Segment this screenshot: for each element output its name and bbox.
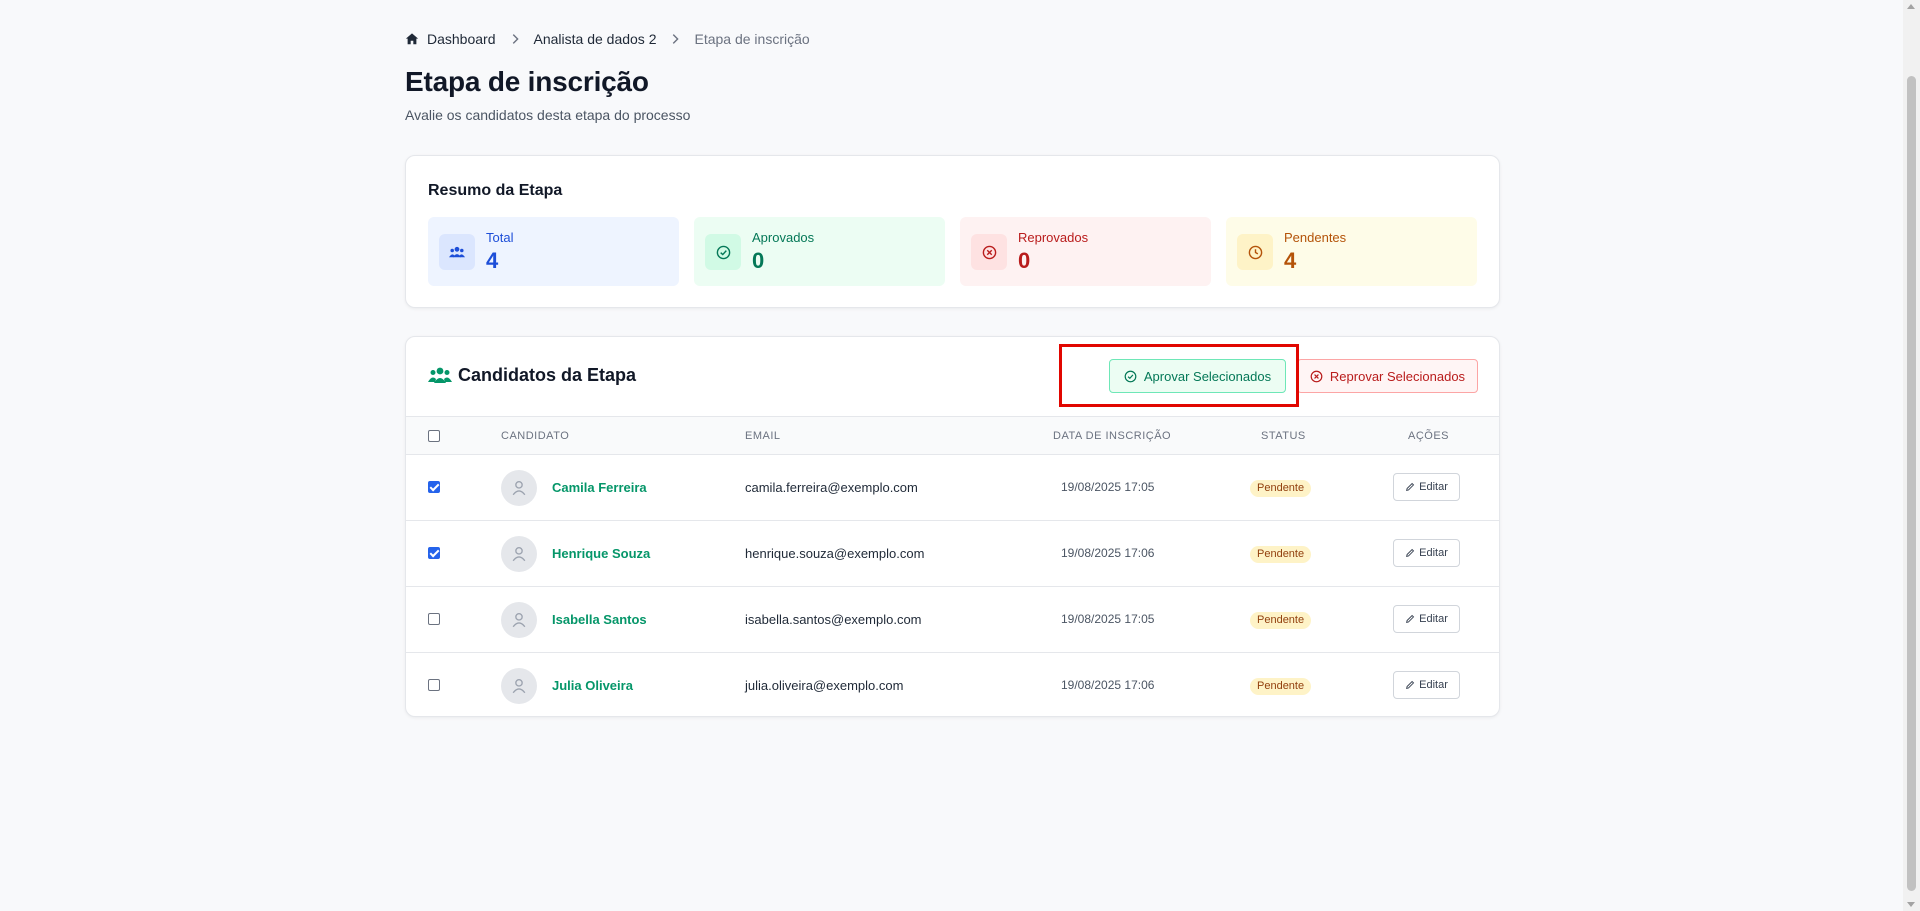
edit-icon <box>1405 614 1415 624</box>
status-badge: Pendente <box>1250 480 1312 497</box>
edit-label: Editar <box>1419 613 1448 625</box>
breadcrumb-current: Etapa de inscrição <box>694 31 810 47</box>
approve-selected-label: Aprovar Selecionados <box>1143 368 1272 384</box>
candidate-name[interactable]: Isabella Santos <box>552 612 647 627</box>
edit-button[interactable]: Editar <box>1393 539 1460 567</box>
x-circle-icon <box>971 234 1007 270</box>
stat-pending: Pendentes 4 <box>1226 217 1477 286</box>
users-icon <box>428 366 452 386</box>
summary-title: Resumo da Etapa <box>428 182 563 199</box>
breadcrumb-dashboard[interactable]: Dashboard <box>427 31 496 47</box>
check-circle-icon <box>705 234 741 270</box>
scrollbar-thumb[interactable] <box>1907 76 1916 891</box>
candidate-email: henrique.souza@exemplo.com <box>745 546 925 561</box>
select-all-checkbox[interactable] <box>428 430 440 442</box>
user-icon <box>512 679 526 694</box>
stat-total-value: 4 <box>486 248 499 273</box>
candidate-email: isabella.santos@exemplo.com <box>745 612 922 627</box>
column-header-status: STATUS <box>1261 430 1306 442</box>
stat-approved: Aprovados 0 <box>694 217 945 286</box>
column-header-acoes: AÇÕES <box>1408 430 1450 442</box>
stats-grid: Total 4 Aprovados 0 Reprovados 0 Pendent… <box>428 217 1477 286</box>
edit-button[interactable]: Editar <box>1393 671 1460 699</box>
scrollbar[interactable] <box>1903 0 1920 911</box>
scroll-up-icon[interactable] <box>1907 4 1915 9</box>
candidate-date: 19/08/2025 17:05 <box>1061 480 1155 494</box>
candidate-date: 19/08/2025 17:06 <box>1061 546 1155 560</box>
x-circle-icon <box>1310 370 1323 383</box>
breadcrumb: Dashboard Analista de dados 2 Etapa de i… <box>405 30 810 48</box>
edit-label: Editar <box>1419 679 1448 691</box>
edit-button[interactable]: Editar <box>1393 605 1460 633</box>
home-icon <box>405 32 419 46</box>
candidate-email: camila.ferreira@exemplo.com <box>745 480 918 495</box>
avatar <box>501 536 537 572</box>
candidates-card: Candidatos da Etapa Aprovar Selecionados… <box>405 336 1500 717</box>
status-badge: Pendente <box>1250 612 1312 629</box>
column-header-candidato: CANDIDATO <box>501 430 570 442</box>
status-badge: Pendente <box>1250 546 1312 563</box>
edit-label: Editar <box>1419 481 1448 493</box>
column-header-data: DATA DE INSCRIÇÃO <box>1053 430 1172 442</box>
stat-total-label: Total <box>486 230 514 245</box>
edit-button[interactable]: Editar <box>1393 473 1460 501</box>
avatar <box>501 602 537 638</box>
check-circle-icon <box>1124 370 1137 383</box>
table-row: Julia Oliveira julia.oliveira@exemplo.co… <box>406 653 1499 716</box>
row-checkbox[interactable] <box>428 613 440 625</box>
user-icon <box>512 481 526 496</box>
table-row: Camila Ferreira camila.ferreira@exemplo.… <box>406 455 1499 521</box>
row-checkbox[interactable] <box>428 547 440 559</box>
user-icon <box>512 547 526 562</box>
avatar <box>501 668 537 704</box>
candidate-date: 19/08/2025 17:06 <box>1061 678 1155 692</box>
stat-rejected: Reprovados 0 <box>960 217 1211 286</box>
edit-icon <box>1405 482 1415 492</box>
summary-card: Resumo da Etapa Total 4 Aprovados 0 Repr… <box>405 155 1500 308</box>
page-subtitle: Avalie os candidatos desta etapa do proc… <box>405 107 691 123</box>
reject-selected-label: Reprovar Selecionados <box>1329 368 1466 384</box>
stat-pending-label: Pendentes <box>1284 230 1347 245</box>
approve-selected-button[interactable]: Aprovar Selecionados <box>1109 359 1286 393</box>
stat-approved-label: Aprovados <box>752 230 815 245</box>
edit-label: Editar <box>1419 547 1448 559</box>
edit-icon <box>1405 680 1415 690</box>
stat-approved-value: 0 <box>752 248 765 273</box>
user-icon <box>512 613 526 628</box>
avatar <box>501 470 537 506</box>
chevron-right-icon <box>668 32 682 46</box>
table-header: CANDIDATO EMAIL DATA DE INSCRIÇÃO STATUS… <box>406 416 1499 455</box>
table-row: Isabella Santos isabella.santos@exemplo.… <box>406 587 1499 653</box>
row-checkbox[interactable] <box>428 481 440 493</box>
chevron-right-icon <box>508 32 522 46</box>
candidate-name[interactable]: Camila Ferreira <box>552 480 647 495</box>
clock-icon <box>1237 234 1273 270</box>
reject-selected-button[interactable]: Reprovar Selecionados <box>1297 359 1478 393</box>
edit-icon <box>1405 548 1415 558</box>
candidate-name[interactable]: Julia Oliveira <box>552 678 633 693</box>
page-title: Etapa de inscrição <box>405 66 649 97</box>
scroll-down-icon[interactable] <box>1907 902 1915 907</box>
row-checkbox[interactable] <box>428 679 440 691</box>
users-icon <box>439 234 475 270</box>
stat-rejected-label: Reprovados <box>1018 230 1089 245</box>
stat-total: Total 4 <box>428 217 679 286</box>
candidate-date: 19/08/2025 17:05 <box>1061 612 1155 626</box>
candidate-email: julia.oliveira@exemplo.com <box>745 678 904 693</box>
table-row: Henrique Souza henrique.souza@exemplo.co… <box>406 521 1499 587</box>
stat-pending-value: 4 <box>1284 248 1297 273</box>
stat-rejected-value: 0 <box>1018 248 1031 273</box>
breadcrumb-parent[interactable]: Analista de dados 2 <box>534 31 657 47</box>
candidate-name[interactable]: Henrique Souza <box>552 546 650 561</box>
candidates-title: Candidatos da Etapa <box>458 365 637 385</box>
candidates-header: Candidatos da Etapa <box>428 365 636 386</box>
column-header-email: EMAIL <box>745 430 781 442</box>
status-badge: Pendente <box>1250 678 1312 695</box>
